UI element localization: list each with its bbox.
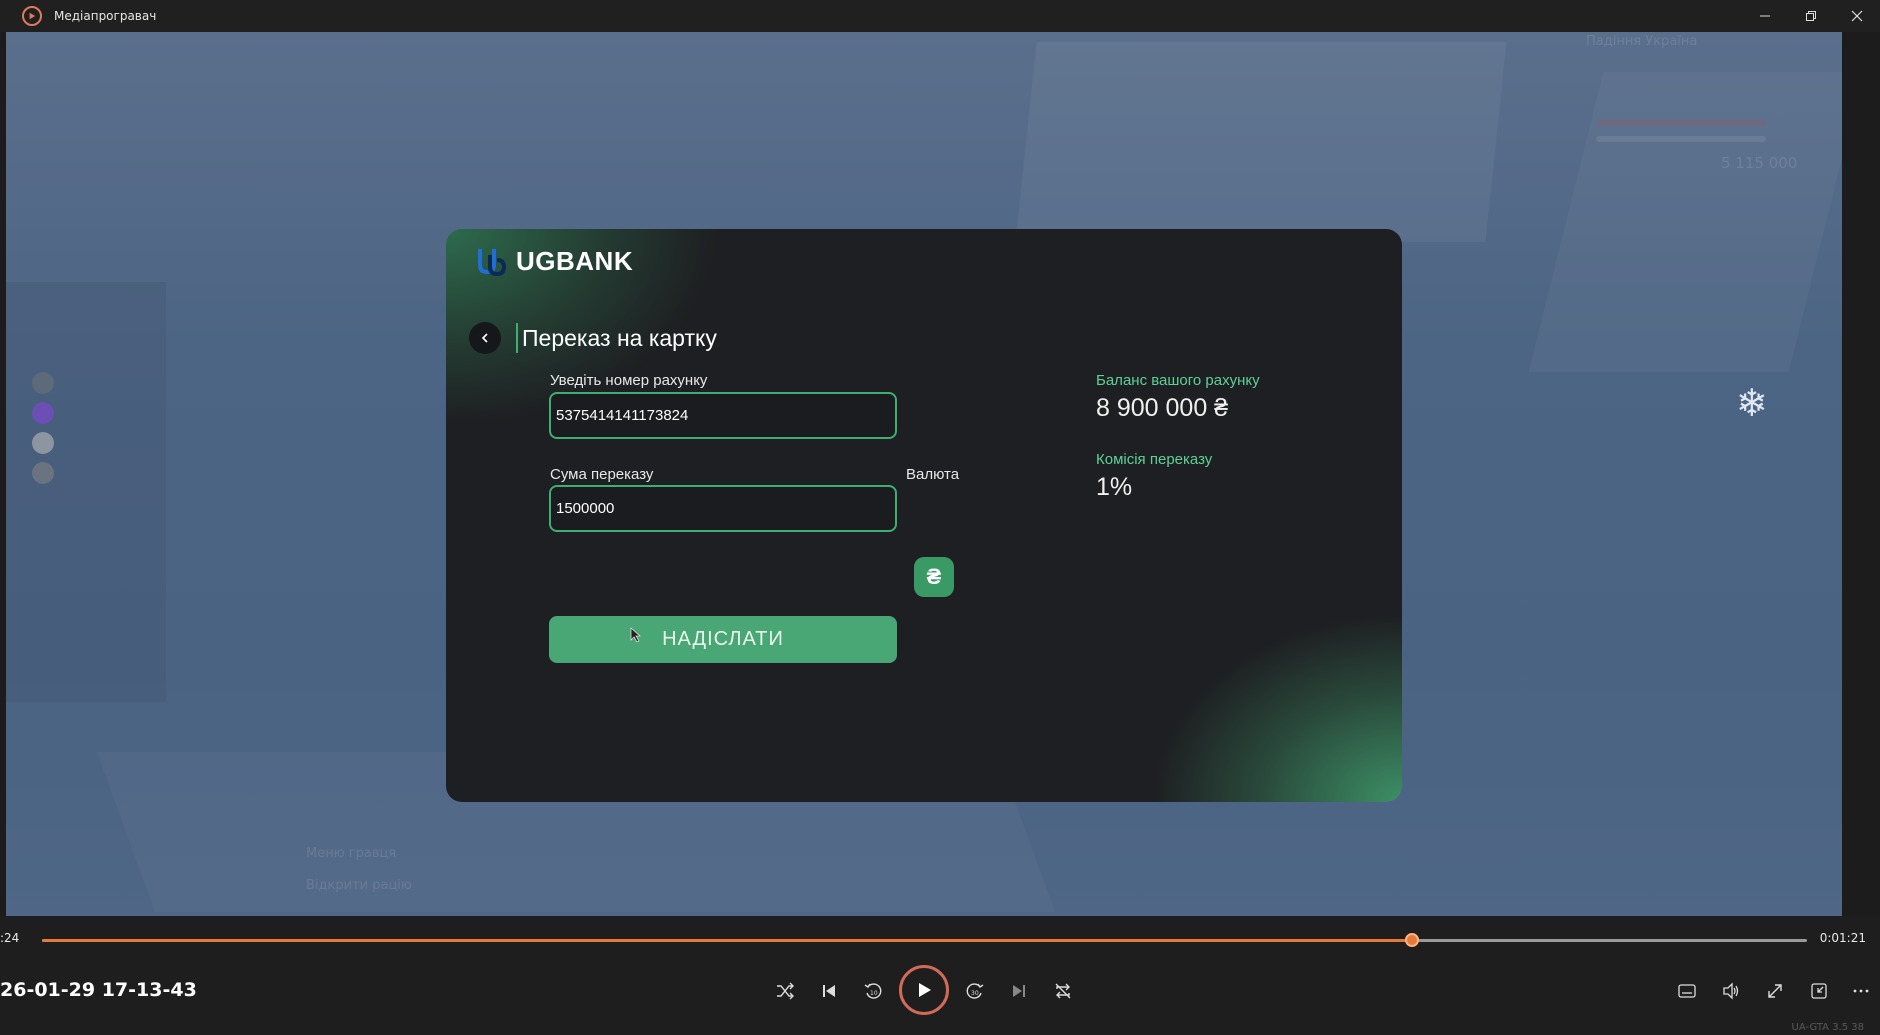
skip-next-icon <box>1013 985 1025 997</box>
bank-panel: UGBANK Переказ на картку Уведіть номер р… <box>446 229 1402 802</box>
snowflake-icon: ❄ <box>1736 381 1768 425</box>
total-time: 0:01:21 <box>1819 931 1866 945</box>
hud-armor-bar <box>1596 136 1766 142</box>
balance-label: Баланс вашого рахунку <box>1096 372 1260 389</box>
back-button[interactable] <box>469 322 501 354</box>
currency-button[interactable]: ₴ <box>914 557 954 597</box>
seek-bar[interactable] <box>42 933 1807 947</box>
seek-bar-fill <box>42 939 1412 942</box>
hud-menu-item: Меню гравця <box>306 846 397 861</box>
video-frame[interactable]: Падіння Україна 5 115 000 Меню гравця Ві… <box>6 32 1842 916</box>
minimize-icon <box>1760 15 1770 17</box>
restore-button[interactable] <box>1788 0 1834 32</box>
game-shadow <box>6 282 166 702</box>
play-button[interactable] <box>899 965 949 1015</box>
close-icon <box>1851 10 1863 22</box>
media-title: 26-01-29 17-13-43 <box>0 979 197 1001</box>
next-button[interactable] <box>1004 976 1034 1006</box>
game-building <box>1528 72 1842 372</box>
hud-location: Падіння Україна <box>1586 34 1698 49</box>
rewind-label: 10 <box>870 990 878 997</box>
more-options-button[interactable] <box>1846 976 1876 1006</box>
balance-value: 8 900 000 ₴ <box>1096 394 1229 422</box>
restore-icon <box>1806 11 1816 21</box>
window-controls <box>1742 0 1880 32</box>
shuffle-icon <box>777 982 794 1000</box>
forward-label: 30 <box>971 990 979 997</box>
mini-player-button[interactable] <box>1804 976 1834 1006</box>
hud-avatar-icon <box>32 372 54 394</box>
repeat-off-icon <box>1055 983 1071 999</box>
amount-input[interactable] <box>549 485 897 532</box>
play-icon <box>919 983 931 997</box>
hud-money: 5 115 000 <box>1721 154 1798 172</box>
fullscreen-icon <box>1768 984 1782 998</box>
mouse-cursor-icon <box>630 627 642 643</box>
title-bar: Медіапрогравач <box>0 0 1880 32</box>
amount-label: Сума переказу <box>550 466 654 483</box>
rewind-10-icon: 10 <box>864 983 882 999</box>
hud-side-icons <box>32 372 54 492</box>
minimize-button[interactable] <box>1742 0 1788 32</box>
player-controls: :24 0:01:21 26-01-29 17-13-43 10 30 UA-G… <box>0 916 1880 1035</box>
commission-value: 1% <box>1096 473 1133 501</box>
seek-bar-thumb[interactable] <box>1404 933 1419 947</box>
hud-menu-item: Відкрити рацію <box>306 878 412 893</box>
hud-health-bar <box>1596 120 1766 126</box>
volume-button[interactable] <box>1716 976 1746 1006</box>
page-title: Переказ на картку <box>516 323 717 353</box>
volume-icon <box>1723 982 1739 1000</box>
hud-helmet-icon <box>32 462 54 484</box>
account-number-input[interactable] <box>549 392 897 439</box>
game-building <box>1015 42 1507 242</box>
captions-button[interactable] <box>1672 976 1702 1006</box>
previous-button[interactable] <box>814 976 844 1006</box>
captions-icon <box>1678 984 1696 998</box>
send-button[interactable]: НАДІСЛАТИ <box>549 616 897 663</box>
current-time: :24 <box>0 931 20 945</box>
bank-name: UGBANK <box>516 245 634 276</box>
hud-gem-icon <box>32 402 54 424</box>
account-label: Уведіть номер рахунку <box>550 372 708 389</box>
forward-30-icon: 30 <box>966 983 984 999</box>
shuffle-button[interactable] <box>770 976 800 1006</box>
forward-button[interactable]: 30 <box>960 976 990 1006</box>
mini-player-icon <box>1811 983 1827 999</box>
game-watermark: UA-GTA 3.5 38 <box>1791 1022 1864 1033</box>
bank-logo: UGBANK <box>476 245 633 277</box>
repeat-button[interactable] <box>1048 976 1078 1006</box>
chevron-left-icon <box>481 333 488 343</box>
fullscreen-button[interactable] <box>1760 976 1790 1006</box>
media-player-icon <box>22 6 42 26</box>
window-title: Медіапрогравач <box>54 9 157 23</box>
commission-label: Комісія переказу <box>1096 451 1213 468</box>
hud-gear-icon <box>32 432 54 454</box>
ugbank-logo-icon <box>478 249 507 277</box>
close-button[interactable] <box>1834 0 1880 32</box>
currency-label: Валюта <box>906 466 960 483</box>
more-options-icon <box>1853 989 1869 993</box>
rewind-button[interactable]: 10 <box>858 976 888 1006</box>
skip-previous-icon <box>823 985 835 997</box>
